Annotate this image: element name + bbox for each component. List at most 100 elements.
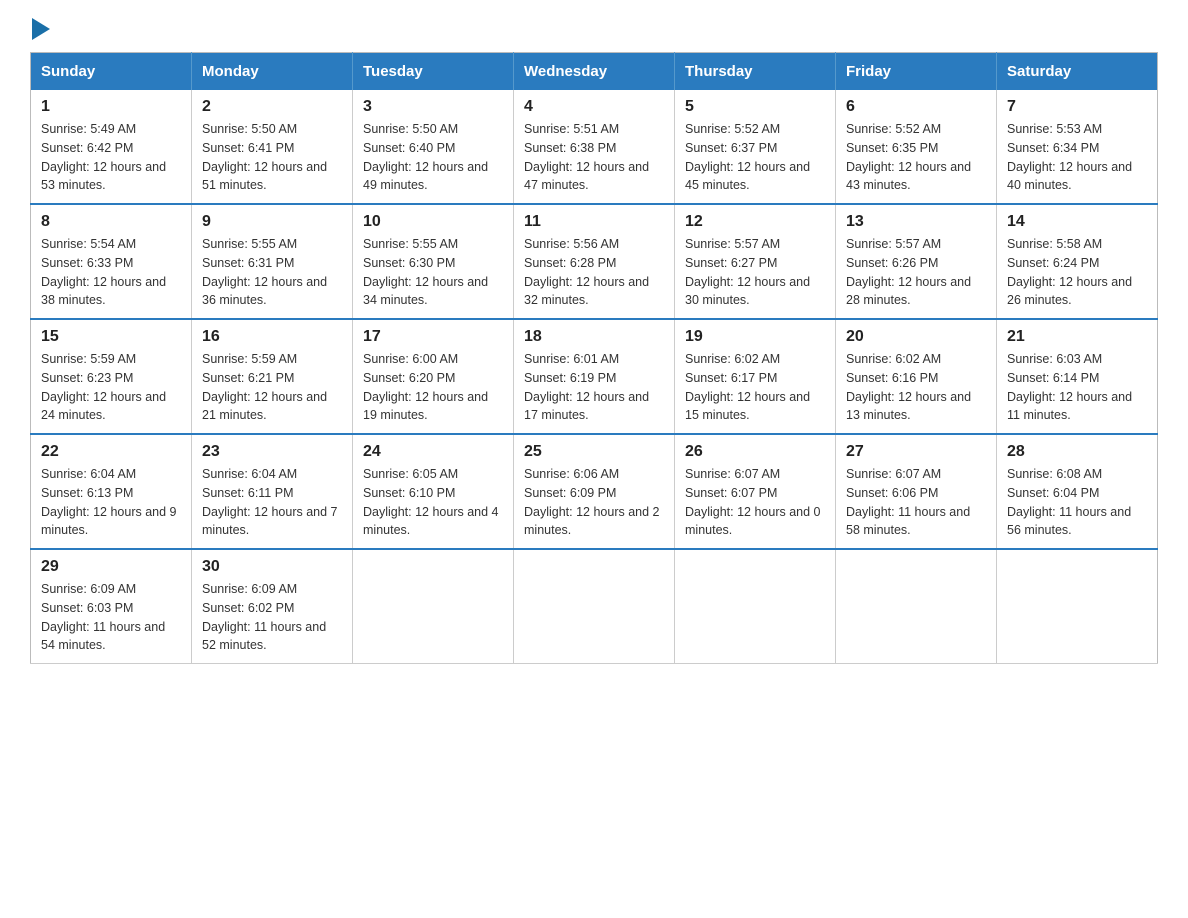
calendar-day-cell bbox=[997, 549, 1158, 664]
day-number: 24 bbox=[363, 443, 503, 461]
day-number: 26 bbox=[685, 443, 825, 461]
calendar-day-cell: 27 Sunrise: 6:07 AMSunset: 6:06 PMDaylig… bbox=[836, 434, 997, 549]
calendar-day-cell bbox=[353, 549, 514, 664]
weekday-header-row: SundayMondayTuesdayWednesdayThursdayFrid… bbox=[31, 53, 1158, 91]
day-info: Sunrise: 5:57 AMSunset: 6:27 PMDaylight:… bbox=[685, 235, 825, 310]
day-info: Sunrise: 5:56 AMSunset: 6:28 PMDaylight:… bbox=[524, 235, 664, 310]
day-info: Sunrise: 6:09 AMSunset: 6:03 PMDaylight:… bbox=[41, 580, 181, 655]
day-number: 17 bbox=[363, 328, 503, 346]
calendar-day-cell: 4 Sunrise: 5:51 AMSunset: 6:38 PMDayligh… bbox=[514, 90, 675, 204]
calendar-day-cell: 6 Sunrise: 5:52 AMSunset: 6:35 PMDayligh… bbox=[836, 90, 997, 204]
weekday-header-sunday: Sunday bbox=[31, 53, 192, 91]
day-info: Sunrise: 6:02 AMSunset: 6:17 PMDaylight:… bbox=[685, 350, 825, 425]
day-number: 28 bbox=[1007, 443, 1147, 461]
day-number: 11 bbox=[524, 213, 664, 231]
page-header bbox=[30, 20, 1158, 34]
day-info: Sunrise: 5:53 AMSunset: 6:34 PMDaylight:… bbox=[1007, 120, 1147, 195]
calendar-day-cell: 22 Sunrise: 6:04 AMSunset: 6:13 PMDaylig… bbox=[31, 434, 192, 549]
day-number: 2 bbox=[202, 98, 342, 116]
calendar-week-row: 1 Sunrise: 5:49 AMSunset: 6:42 PMDayligh… bbox=[31, 90, 1158, 204]
calendar-day-cell: 9 Sunrise: 5:55 AMSunset: 6:31 PMDayligh… bbox=[192, 204, 353, 319]
day-number: 5 bbox=[685, 98, 825, 116]
calendar-day-cell: 14 Sunrise: 5:58 AMSunset: 6:24 PMDaylig… bbox=[997, 204, 1158, 319]
day-number: 1 bbox=[41, 98, 181, 116]
day-info: Sunrise: 6:07 AMSunset: 6:06 PMDaylight:… bbox=[846, 465, 986, 540]
calendar-week-row: 8 Sunrise: 5:54 AMSunset: 6:33 PMDayligh… bbox=[31, 204, 1158, 319]
day-info: Sunrise: 6:08 AMSunset: 6:04 PMDaylight:… bbox=[1007, 465, 1147, 540]
day-info: Sunrise: 6:04 AMSunset: 6:13 PMDaylight:… bbox=[41, 465, 181, 540]
calendar-day-cell: 20 Sunrise: 6:02 AMSunset: 6:16 PMDaylig… bbox=[836, 319, 997, 434]
logo bbox=[30, 20, 50, 34]
day-number: 18 bbox=[524, 328, 664, 346]
day-number: 13 bbox=[846, 213, 986, 231]
day-number: 3 bbox=[363, 98, 503, 116]
calendar-table: SundayMondayTuesdayWednesdayThursdayFrid… bbox=[30, 52, 1158, 664]
day-number: 4 bbox=[524, 98, 664, 116]
day-info: Sunrise: 5:52 AMSunset: 6:35 PMDaylight:… bbox=[846, 120, 986, 195]
day-info: Sunrise: 5:59 AMSunset: 6:23 PMDaylight:… bbox=[41, 350, 181, 425]
calendar-day-cell bbox=[675, 549, 836, 664]
weekday-header-wednesday: Wednesday bbox=[514, 53, 675, 91]
day-info: Sunrise: 5:54 AMSunset: 6:33 PMDaylight:… bbox=[41, 235, 181, 310]
calendar-week-row: 29 Sunrise: 6:09 AMSunset: 6:03 PMDaylig… bbox=[31, 549, 1158, 664]
day-number: 30 bbox=[202, 558, 342, 576]
day-info: Sunrise: 6:01 AMSunset: 6:19 PMDaylight:… bbox=[524, 350, 664, 425]
calendar-day-cell: 28 Sunrise: 6:08 AMSunset: 6:04 PMDaylig… bbox=[997, 434, 1158, 549]
day-info: Sunrise: 5:57 AMSunset: 6:26 PMDaylight:… bbox=[846, 235, 986, 310]
calendar-day-cell: 30 Sunrise: 6:09 AMSunset: 6:02 PMDaylig… bbox=[192, 549, 353, 664]
day-number: 14 bbox=[1007, 213, 1147, 231]
day-number: 23 bbox=[202, 443, 342, 461]
calendar-day-cell bbox=[836, 549, 997, 664]
calendar-day-cell: 16 Sunrise: 5:59 AMSunset: 6:21 PMDaylig… bbox=[192, 319, 353, 434]
calendar-day-cell: 23 Sunrise: 6:04 AMSunset: 6:11 PMDaylig… bbox=[192, 434, 353, 549]
calendar-week-row: 22 Sunrise: 6:04 AMSunset: 6:13 PMDaylig… bbox=[31, 434, 1158, 549]
day-info: Sunrise: 6:05 AMSunset: 6:10 PMDaylight:… bbox=[363, 465, 503, 540]
day-info: Sunrise: 5:52 AMSunset: 6:37 PMDaylight:… bbox=[685, 120, 825, 195]
day-number: 29 bbox=[41, 558, 181, 576]
day-info: Sunrise: 5:55 AMSunset: 6:30 PMDaylight:… bbox=[363, 235, 503, 310]
day-number: 6 bbox=[846, 98, 986, 116]
logo-arrow-icon bbox=[32, 18, 50, 40]
day-info: Sunrise: 5:49 AMSunset: 6:42 PMDaylight:… bbox=[41, 120, 181, 195]
weekday-header-saturday: Saturday bbox=[997, 53, 1158, 91]
day-number: 15 bbox=[41, 328, 181, 346]
day-number: 21 bbox=[1007, 328, 1147, 346]
calendar-day-cell: 12 Sunrise: 5:57 AMSunset: 6:27 PMDaylig… bbox=[675, 204, 836, 319]
day-info: Sunrise: 5:50 AMSunset: 6:41 PMDaylight:… bbox=[202, 120, 342, 195]
calendar-day-cell: 5 Sunrise: 5:52 AMSunset: 6:37 PMDayligh… bbox=[675, 90, 836, 204]
day-number: 19 bbox=[685, 328, 825, 346]
calendar-day-cell: 2 Sunrise: 5:50 AMSunset: 6:41 PMDayligh… bbox=[192, 90, 353, 204]
day-info: Sunrise: 6:00 AMSunset: 6:20 PMDaylight:… bbox=[363, 350, 503, 425]
day-number: 12 bbox=[685, 213, 825, 231]
day-info: Sunrise: 5:51 AMSunset: 6:38 PMDaylight:… bbox=[524, 120, 664, 195]
day-info: Sunrise: 6:02 AMSunset: 6:16 PMDaylight:… bbox=[846, 350, 986, 425]
calendar-day-cell bbox=[514, 549, 675, 664]
calendar-day-cell: 11 Sunrise: 5:56 AMSunset: 6:28 PMDaylig… bbox=[514, 204, 675, 319]
day-info: Sunrise: 6:04 AMSunset: 6:11 PMDaylight:… bbox=[202, 465, 342, 540]
day-number: 10 bbox=[363, 213, 503, 231]
day-info: Sunrise: 5:50 AMSunset: 6:40 PMDaylight:… bbox=[363, 120, 503, 195]
calendar-day-cell: 15 Sunrise: 5:59 AMSunset: 6:23 PMDaylig… bbox=[31, 319, 192, 434]
calendar-day-cell: 13 Sunrise: 5:57 AMSunset: 6:26 PMDaylig… bbox=[836, 204, 997, 319]
day-number: 9 bbox=[202, 213, 342, 231]
day-info: Sunrise: 5:58 AMSunset: 6:24 PMDaylight:… bbox=[1007, 235, 1147, 310]
weekday-header-monday: Monday bbox=[192, 53, 353, 91]
calendar-day-cell: 1 Sunrise: 5:49 AMSunset: 6:42 PMDayligh… bbox=[31, 90, 192, 204]
day-number: 16 bbox=[202, 328, 342, 346]
weekday-header-tuesday: Tuesday bbox=[353, 53, 514, 91]
calendar-day-cell: 10 Sunrise: 5:55 AMSunset: 6:30 PMDaylig… bbox=[353, 204, 514, 319]
day-info: Sunrise: 5:55 AMSunset: 6:31 PMDaylight:… bbox=[202, 235, 342, 310]
day-number: 27 bbox=[846, 443, 986, 461]
day-info: Sunrise: 6:06 AMSunset: 6:09 PMDaylight:… bbox=[524, 465, 664, 540]
calendar-day-cell: 29 Sunrise: 6:09 AMSunset: 6:03 PMDaylig… bbox=[31, 549, 192, 664]
day-number: 20 bbox=[846, 328, 986, 346]
calendar-day-cell: 21 Sunrise: 6:03 AMSunset: 6:14 PMDaylig… bbox=[997, 319, 1158, 434]
day-number: 8 bbox=[41, 213, 181, 231]
day-info: Sunrise: 6:09 AMSunset: 6:02 PMDaylight:… bbox=[202, 580, 342, 655]
day-number: 22 bbox=[41, 443, 181, 461]
calendar-day-cell: 17 Sunrise: 6:00 AMSunset: 6:20 PMDaylig… bbox=[353, 319, 514, 434]
calendar-day-cell: 26 Sunrise: 6:07 AMSunset: 6:07 PMDaylig… bbox=[675, 434, 836, 549]
calendar-day-cell: 25 Sunrise: 6:06 AMSunset: 6:09 PMDaylig… bbox=[514, 434, 675, 549]
calendar-day-cell: 8 Sunrise: 5:54 AMSunset: 6:33 PMDayligh… bbox=[31, 204, 192, 319]
day-number: 25 bbox=[524, 443, 664, 461]
